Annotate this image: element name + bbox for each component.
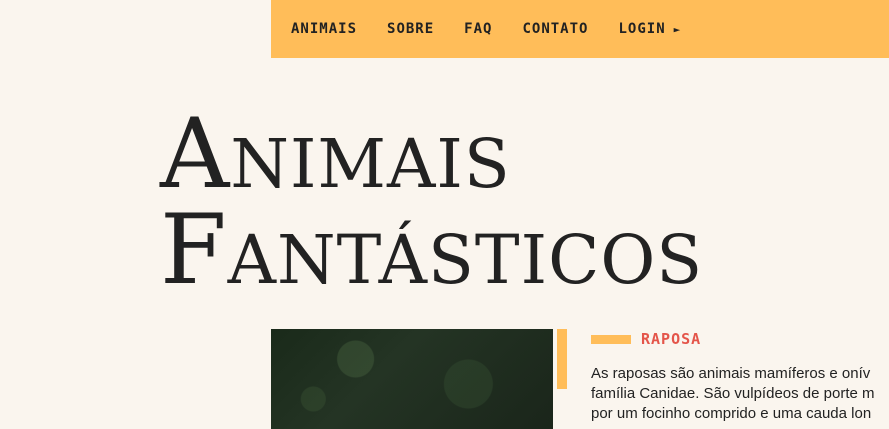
raposa-photo[interactable] [271,329,553,429]
accent-bar [557,329,567,389]
page-title-line-2: Fantásticos [160,194,704,306]
top-navbar: ANIMAIS SOBRE FAQ CONTATO LOGIN ► [271,0,889,58]
animal-title: RAPOSA [641,330,702,348]
nav-login-label: LOGIN [618,21,666,37]
description-line: por um focinho comprido e uma cauda lon [591,405,872,422]
title-dash-decoration [591,335,631,344]
play-arrow-icon: ► [673,22,682,36]
nav-link-contato[interactable]: CONTATO [522,21,588,37]
description-line: família Canidae. São vulpídeos de porte … [591,385,875,402]
page-title: Animais Fantásticos [160,106,703,298]
page-title-line-1: Animais [160,98,511,210]
nav-link-faq[interactable]: FAQ [464,21,492,37]
nav-link-sobre[interactable]: SOBRE [387,21,434,37]
description-line: As raposas são animais mamíferos e onív [591,365,871,382]
animal-description: As raposas são animais mamíferos e onív … [591,364,889,424]
nav-link-login[interactable]: LOGIN ► [618,21,681,37]
nav-link-animais[interactable]: ANIMAIS [291,21,357,37]
